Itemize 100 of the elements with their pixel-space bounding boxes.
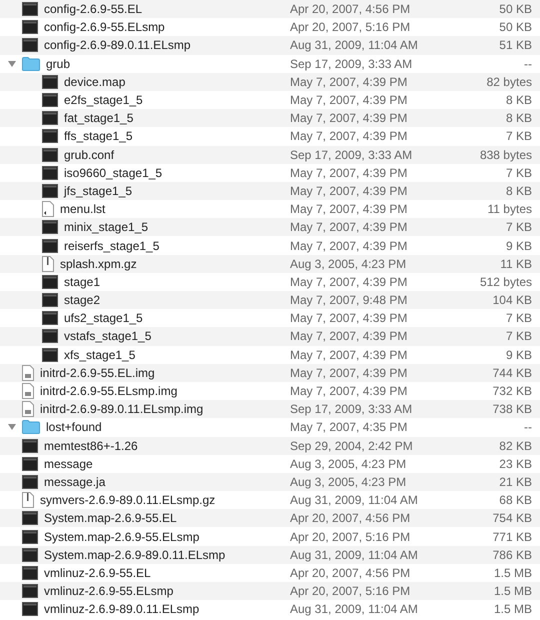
- file-name[interactable]: message.ja: [44, 474, 106, 489]
- file-size: 50 KB: [498, 2, 533, 16]
- folder-icon: [22, 420, 40, 434]
- file-size: 8 KB: [504, 111, 533, 126]
- date-modified: Aug 31, 2009, 11:04 AM: [290, 493, 419, 508]
- terminal-file-icon: [22, 548, 38, 562]
- file-size: 771 KB: [492, 530, 533, 544]
- file-name[interactable]: ffs_stage1_5: [64, 129, 133, 144]
- terminal-file-icon: [42, 166, 58, 180]
- file-name[interactable]: memtest86+-1.26: [44, 438, 138, 453]
- file-name[interactable]: ufs2_stage1_5: [64, 311, 143, 326]
- file-name[interactable]: symvers-2.6.9-89.0.11.ELsmp.gz: [40, 493, 216, 508]
- terminal-file-icon: [42, 293, 58, 308]
- date-modified: Sep 17, 2009, 3:33 AM: [290, 402, 414, 416]
- terminal-file-icon: [22, 566, 38, 580]
- date-modified: May 7, 2007, 4:39 PM: [290, 202, 408, 216]
- file-size: 838 bytes: [478, 148, 533, 162]
- date-modified: May 7, 2007, 4:39 PM: [290, 274, 408, 289]
- file-name[interactable]: menu.lst: [60, 202, 106, 216]
- date-modified: May 7, 2007, 4:39 PM: [290, 220, 408, 234]
- file-size: 82 KB: [498, 438, 533, 453]
- date-modified: Aug 3, 2005, 4:23 PM: [290, 474, 408, 489]
- file-size: 786 KB: [492, 548, 533, 562]
- file-name[interactable]: initrd-2.6.9-55.ELsmp.img: [40, 384, 178, 398]
- file-size: 7 KB: [504, 220, 533, 234]
- terminal-file-icon: [22, 584, 38, 598]
- file-size: --: [523, 420, 533, 434]
- file-name[interactable]: vstafs_stage1_5: [64, 329, 152, 344]
- date-modified: May 7, 2007, 9:48 PM: [290, 293, 408, 308]
- date-modified: Aug 31, 2009, 11:04 AM: [290, 602, 419, 616]
- file-name[interactable]: vmlinuz-2.6.9-55.ELsmp: [44, 584, 174, 598]
- file-name[interactable]: System.map-2.6.9-55.ELsmp: [44, 530, 200, 544]
- file-name[interactable]: config-2.6.9-89.0.11.ELsmp: [44, 38, 191, 52]
- file-size: 1.5 MB: [492, 584, 533, 598]
- file-name[interactable]: splash.xpm.gz: [60, 256, 137, 271]
- date-modified: May 7, 2007, 4:39 PM: [290, 166, 408, 180]
- file-name[interactable]: config-2.6.9-55.EL: [44, 2, 142, 16]
- file-name[interactable]: grub.conf: [64, 148, 114, 162]
- date-modified: Apr 20, 2007, 5:16 PM: [290, 584, 412, 598]
- terminal-file-icon: [42, 129, 58, 144]
- date-modified: Apr 20, 2007, 4:56 PM: [290, 566, 412, 580]
- file-name[interactable]: lost+found: [46, 420, 102, 434]
- file-name[interactable]: device.map: [64, 74, 126, 89]
- file-name[interactable]: config-2.6.9-55.ELsmp: [44, 20, 165, 34]
- terminal-file-icon: [42, 238, 58, 253]
- file-name[interactable]: jfs_stage1_5: [64, 184, 132, 198]
- file-name[interactable]: stage1: [64, 274, 100, 289]
- date-modified: May 7, 2007, 4:39 PM: [290, 184, 408, 198]
- date-modified: May 7, 2007, 4:39 PM: [290, 366, 408, 380]
- file-size: 50 KB: [498, 20, 533, 34]
- terminal-file-icon: [42, 329, 58, 344]
- terminal-file-icon: [42, 111, 58, 126]
- file-size: 9 KB: [504, 348, 533, 362]
- disclosure-triangle-icon[interactable]: [8, 60, 16, 68]
- date-modified: May 7, 2007, 4:39 PM: [290, 311, 408, 326]
- file-size: 8 KB: [504, 184, 533, 198]
- date-modified: May 7, 2007, 4:39 PM: [290, 384, 408, 398]
- folder-icon: [22, 56, 40, 71]
- file-name[interactable]: System.map-2.6.9-55.EL: [44, 511, 177, 526]
- terminal-file-icon: [42, 274, 58, 289]
- terminal-file-icon: [22, 20, 38, 34]
- file-size: 1.5 MB: [492, 566, 533, 580]
- terminal-file-icon: [42, 311, 58, 326]
- file-name[interactable]: vmlinuz-2.6.9-89.0.11.ELsmp: [44, 602, 200, 616]
- terminal-file-icon: [22, 38, 38, 52]
- date-modified: Apr 20, 2007, 4:56 PM: [290, 511, 412, 526]
- file-size: 82 bytes: [486, 74, 533, 89]
- file-name[interactable]: grub: [46, 56, 70, 71]
- file-name[interactable]: stage2: [64, 293, 100, 308]
- date-modified: May 7, 2007, 4:39 PM: [290, 74, 408, 89]
- file-name[interactable]: System.map-2.6.9-89.0.11.ELsmp: [44, 548, 226, 562]
- date-modified: Aug 3, 2005, 4:23 PM: [290, 456, 408, 471]
- file-name[interactable]: minix_stage1_5: [64, 220, 148, 234]
- file-name[interactable]: fat_stage1_5: [64, 111, 134, 126]
- terminal-file-icon: [22, 530, 38, 544]
- file-size: 51 KB: [498, 38, 533, 52]
- file-name[interactable]: initrd-2.6.9-55.EL.img: [40, 366, 155, 380]
- terminal-file-icon: [42, 74, 58, 89]
- file-size: 738 KB: [492, 402, 533, 416]
- date-modified: May 7, 2007, 4:35 PM: [290, 420, 408, 434]
- date-modified: Apr 20, 2007, 5:16 PM: [290, 20, 412, 34]
- file-name[interactable]: reiserfs_stage1_5: [64, 238, 160, 253]
- date-modified: Aug 3, 2005, 4:23 PM: [290, 256, 408, 271]
- date-modified: Aug 31, 2009, 11:04 AM: [290, 38, 419, 52]
- file-name[interactable]: e2fs_stage1_5: [64, 93, 143, 108]
- file-size: 7 KB: [504, 166, 533, 180]
- terminal-file-icon: [42, 148, 58, 162]
- date-modified: Sep 17, 2009, 3:33 AM: [290, 148, 414, 162]
- terminal-file-icon: [42, 93, 58, 108]
- file-name[interactable]: xfs_stage1_5: [64, 348, 136, 362]
- file-size: 11 bytes: [486, 202, 533, 216]
- file-name[interactable]: message: [44, 456, 93, 471]
- terminal-file-icon: [22, 438, 38, 453]
- date-modified: Aug 31, 2009, 11:04 AM: [290, 548, 419, 562]
- file-name[interactable]: initrd-2.6.9-89.0.11.ELsmp.img: [40, 402, 204, 416]
- file-name[interactable]: iso9660_stage1_5: [64, 166, 162, 180]
- file-name[interactable]: vmlinuz-2.6.9-55.EL: [44, 566, 151, 580]
- file-size: 732 KB: [492, 384, 533, 398]
- disclosure-triangle-icon[interactable]: [8, 423, 16, 432]
- date-modified: May 7, 2007, 4:39 PM: [290, 238, 408, 253]
